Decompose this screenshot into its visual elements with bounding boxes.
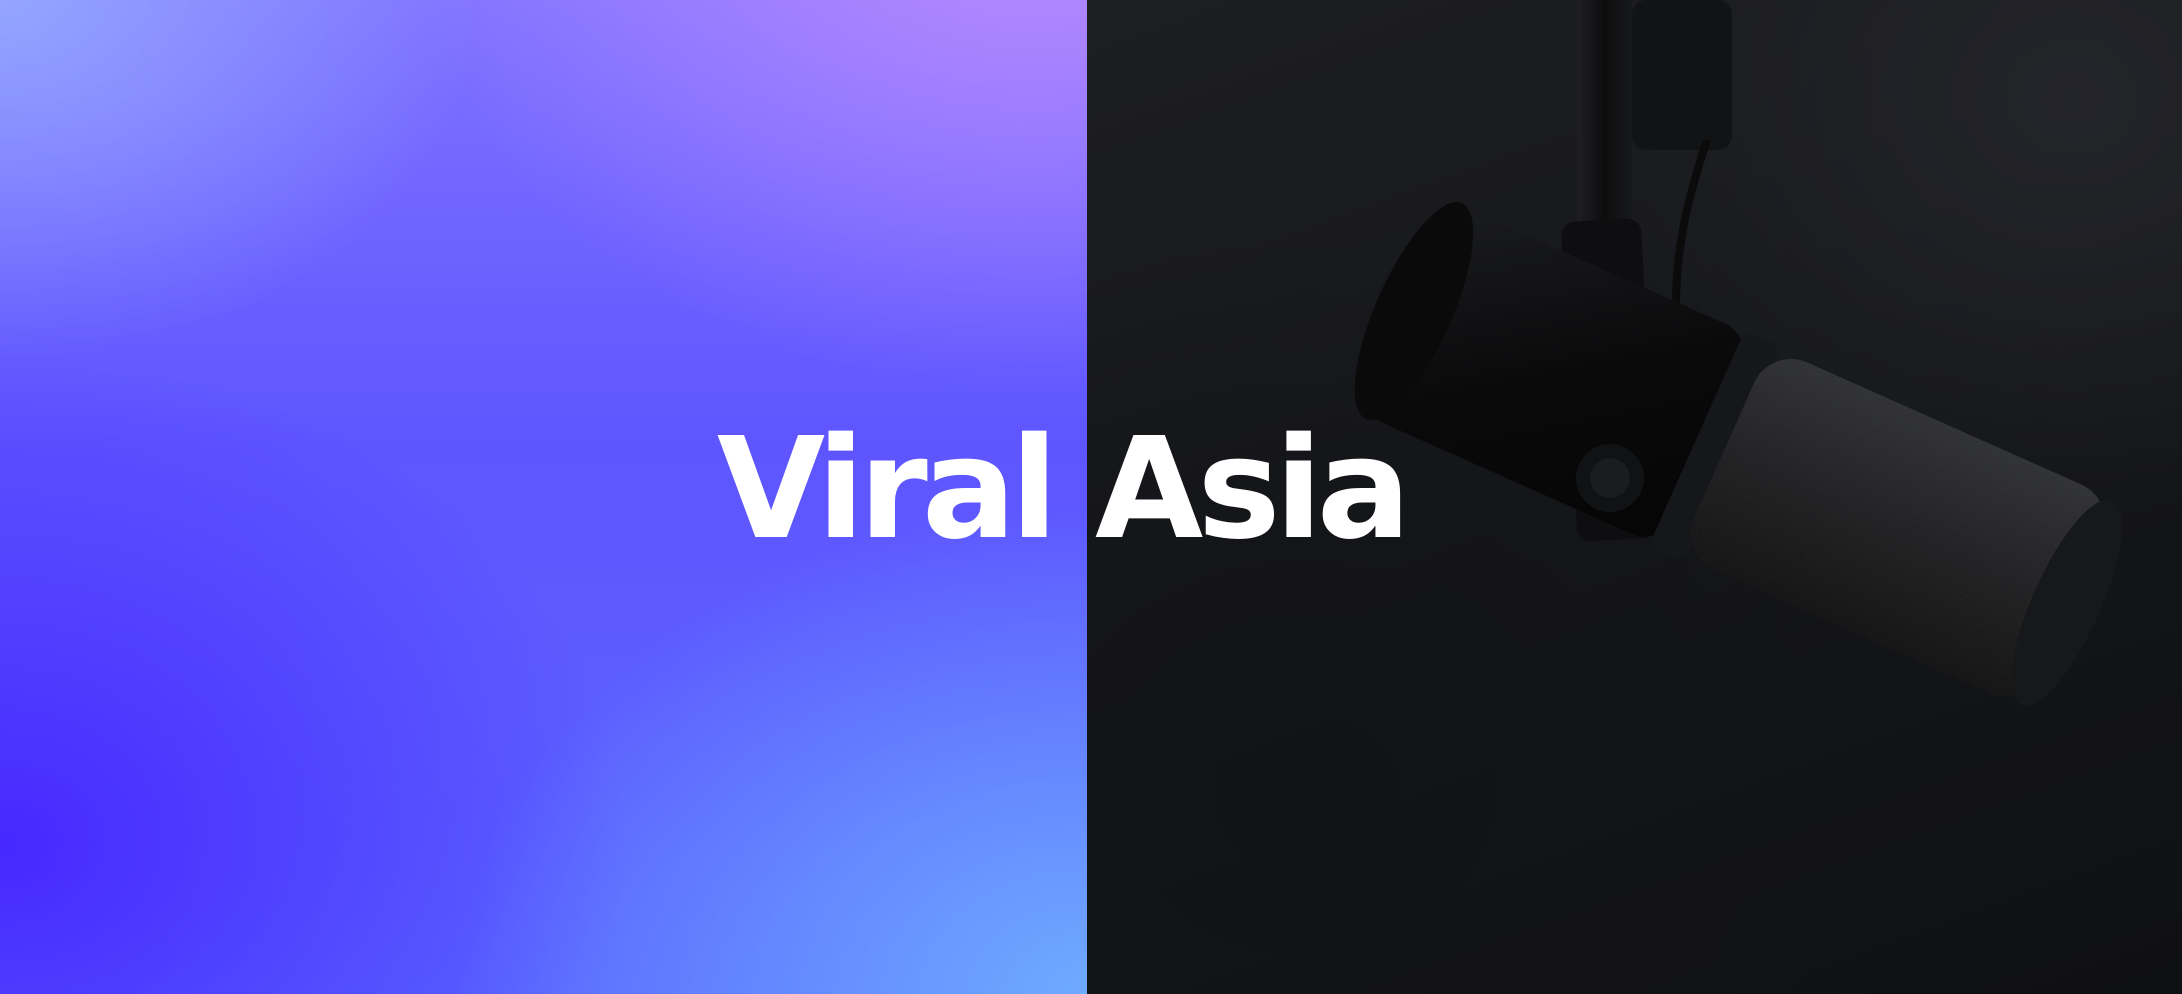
hero-banner: Viral Asia (0, 0, 2182, 994)
stand-arm (1577, 0, 1632, 240)
page-title: Viral Asia (716, 408, 1411, 571)
